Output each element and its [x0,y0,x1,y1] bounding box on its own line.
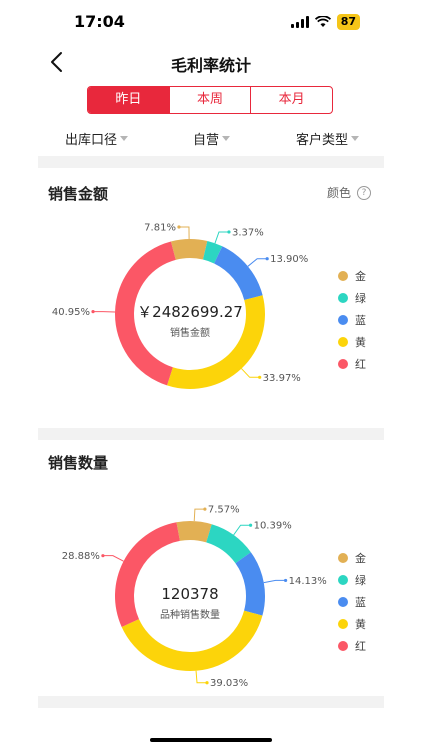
sales-quantity-chart: 7.57% 10.39% 14.13% 39.03% 28.88% 120378 品种销售数… [38,500,384,692]
legend-swatch [338,359,348,369]
slice-percent-label: 14.13% [289,576,327,587]
legend-swatch [338,641,348,651]
legend-swatch [338,293,348,303]
slice-percent-label: 40.95% [52,307,90,318]
legend-swatch [338,553,348,563]
slice-percent-label: 33.97% [263,373,301,384]
filter-customer-type-label: 客户类型 [296,133,349,148]
filter-self-operated-label: 自营 [193,133,220,148]
legend-swatch [338,271,348,281]
legend-item-label[interactable]: 蓝 [355,596,366,609]
leader-line [102,555,124,562]
donut-slice-2 [214,246,263,301]
sales-quantity-donut: 7.57% 10.39% 14.13% 39.03% 28.88% 120378 品种销售数… [62,505,366,690]
leader-dot [265,257,269,261]
caret-down-icon [351,136,360,141]
legend-item-label[interactable]: 蓝 [355,314,366,327]
filter-bar: 出库口径 自营 客户类型 [38,126,384,150]
sales-amount-title: 销售金额 [48,185,109,203]
sales-quantity-title: 销售数量 [48,454,109,472]
leader-line [178,226,190,240]
leader-dot [205,681,209,685]
home-indicator [150,738,272,742]
color-label-text: 颜色 [327,186,352,200]
legend-item-label[interactable]: 绿 [355,291,366,305]
leader-dot [248,523,253,527]
slice-percent-label: 10.39% [254,521,292,532]
legend-item-label[interactable]: 金 [355,269,366,283]
legend-item-label[interactable]: 黄 [355,617,366,631]
legend-item-label[interactable]: 绿 [355,573,366,587]
leader-line [195,670,208,684]
slice-percent-label: 7.81% [144,223,176,234]
signal-icon [290,16,309,28]
battery-indicator: 87 [336,14,360,30]
donut-slice-0 [170,239,208,260]
donut-slice-0 [176,521,212,543]
leader-line [247,258,268,267]
tab-yesterday[interactable]: 昨日 [88,87,169,113]
donut-center-value: ￥2482699.27 [137,303,243,321]
legend-swatch [338,337,348,347]
leader-line [263,579,286,584]
filter-customer-type[interactable]: 客户类型 [296,129,360,148]
help-icon[interactable]: ? [357,185,372,200]
tab-this-month[interactable]: 本月 [250,87,332,113]
leader-line [193,508,205,522]
sales-amount-chart: 7.81% 3.37% 13.90% 33.97% 40.95% ￥2482699.27 销… [38,218,384,410]
legend-swatch [338,315,348,325]
leader-dot [91,310,95,314]
leader-line [214,231,229,244]
caret-down-icon [120,136,129,141]
filter-outbound-basis-label: 出库口径 [65,133,118,148]
leader-dot [283,578,288,583]
caret-down-icon [222,136,231,141]
leader-dot [258,375,262,379]
section-divider [38,696,384,708]
legend-item-label[interactable]: 金 [355,551,366,565]
tab-this-week[interactable]: 本周 [168,87,251,113]
donut-slice-2 [235,552,265,616]
status-time: 17:04 [74,12,125,31]
filter-outbound-basis[interactable]: 出库口径 [65,129,129,148]
filter-self-operated[interactable]: 自营 [193,129,231,148]
status-bar: 17:04 87 [0,0,422,44]
section-divider [38,156,384,168]
legend-item-label[interactable]: 黄 [355,335,366,349]
donut-center-label: 品种销售数量 [160,608,220,621]
legend-item-label[interactable]: 红 [355,640,366,653]
page-title: 毛利率统计 [170,56,251,75]
leader-line [233,524,251,536]
leader-dot [177,225,181,229]
leader-dot [101,554,105,558]
slice-percent-label: 3.37% [232,227,264,238]
legend-item-label[interactable]: 红 [355,358,366,371]
leader-line [241,368,260,378]
legend-swatch [338,597,348,607]
slice-percent-label: 13.90% [270,254,308,265]
leader-dot [227,230,231,234]
donut-center-label: 销售金额 [170,326,210,339]
color-legend-label: 颜色 ? [327,184,372,201]
status-icons: 87 [290,14,360,30]
slice-percent-label: 28.88% [62,551,100,562]
nav-bar: 毛利率统计 [0,44,422,80]
slice-percent-label: 39.03% [210,678,248,689]
legend-swatch [338,575,348,585]
sales-amount-donut: 7.81% 3.37% 13.90% 33.97% 40.95% ￥2482699.27 销… [52,223,366,389]
wifi-icon [314,16,331,27]
section-divider [38,428,384,440]
slice-percent-label: 7.57% [208,505,240,516]
leader-dot [203,507,207,511]
period-tabs: 昨日 本周 本月 [87,86,333,114]
legend-swatch [338,619,348,629]
donut-center-value: 120378 [161,585,218,603]
